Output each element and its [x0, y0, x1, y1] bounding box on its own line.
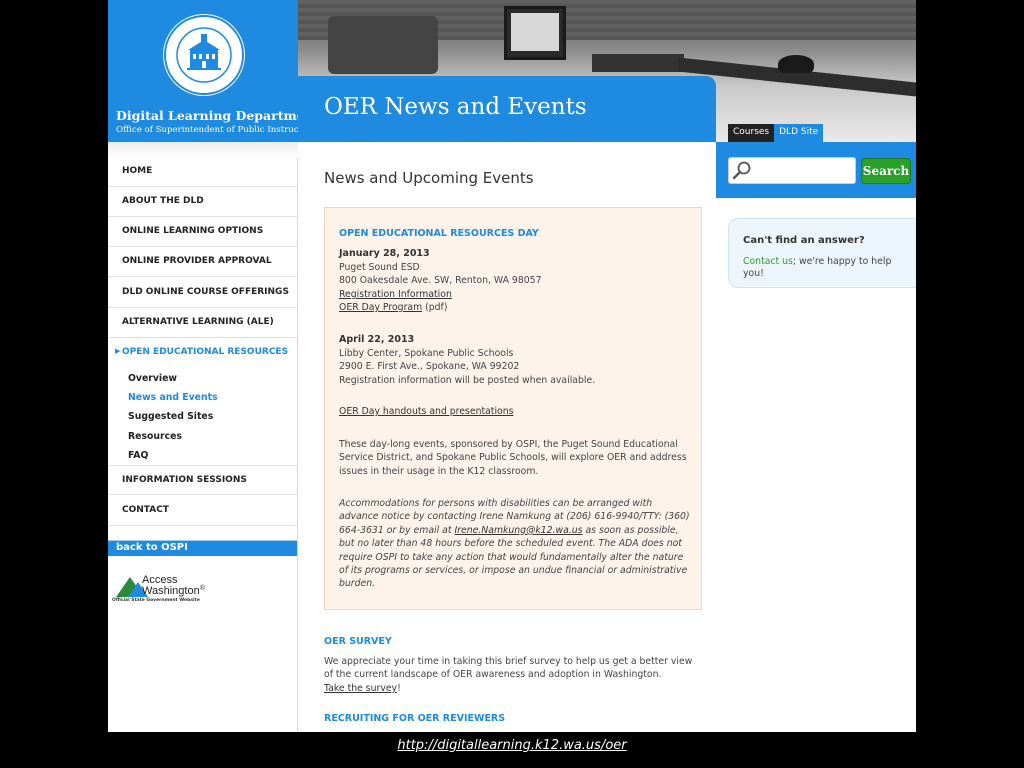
back-to-ospi-label: back to OSPI [116, 542, 188, 553]
magnifier-icon [732, 161, 751, 180]
caret-right-icon: ▶ [115, 347, 121, 355]
ospi-seal-logo [163, 14, 245, 96]
page-title: OER News and Events [324, 94, 587, 120]
search-bar: Search [716, 142, 916, 198]
recruiting-heading: RECRUITING FOR OER REVIEWERS [324, 713, 506, 724]
event1-date: January 28, 2013 [339, 248, 430, 259]
event2-date: April 22, 2013 [339, 334, 415, 345]
access-washington-logo[interactable]: Access Washington® Official State Govern… [112, 574, 222, 604]
accommodations-text: Accommodations for persons with disabili… [339, 498, 690, 590]
search-button[interactable]: Search [861, 158, 911, 184]
subnav-overview[interactable]: Overview [128, 373, 177, 384]
website-frame: Digital Learning Department Office of Su… [108, 0, 916, 732]
brand-subtitle: Office of Superintendent of Public Instr… [116, 125, 316, 135]
handouts-link[interactable]: OER Day handouts and presentations [339, 406, 513, 417]
subnav-faq[interactable]: FAQ [128, 450, 148, 461]
tab-courses[interactable]: Courses [728, 124, 775, 142]
nav-item-alternative-learning[interactable]: ALTERNATIVE LEARNING (ALE) [108, 308, 298, 338]
nav-item-dld-course-offerings[interactable]: DLD ONLINE COURSE OFFERINGS [108, 278, 298, 308]
nav-item-online-provider-approval[interactable]: ONLINE PROVIDER APPROVAL [108, 247, 298, 277]
nav-item-open-educational-resources[interactable]: ▶ OPEN EDUCATIONAL RESOURCES [108, 338, 298, 368]
registration-info-link[interactable]: Registration Information [339, 289, 452, 300]
survey-heading: OER SURVEY [324, 636, 392, 647]
seal-emblem-icon [164, 15, 244, 95]
oer-day-program-link[interactable]: OER Day Program [339, 302, 422, 313]
nav-item-contact[interactable]: CONTACT [108, 496, 298, 526]
nav-item-home[interactable]: HOME [108, 157, 298, 187]
help-title: Can't find an answer? [743, 235, 865, 246]
brand-title: Digital Learning Department [116, 108, 320, 123]
url-caption[interactable]: http://digitallearning.k12.wa.us/oer [0, 738, 1024, 753]
subnav-resources[interactable]: Resources [128, 431, 182, 442]
event-description: These day-long events, sponsored by OSPI… [339, 439, 687, 477]
site-header: Digital Learning Department Office of Su… [108, 0, 916, 142]
section-heading: News and Upcoming Events [324, 169, 534, 187]
event1-address: 800 Oakesdale Ave. SW, Renton, WA 98057 [339, 275, 542, 286]
site-tabs: Courses DLD Site [728, 124, 824, 142]
subnav-suggested-sites[interactable]: Suggested Sites [128, 411, 213, 422]
tab-dld-site[interactable]: DLD Site [774, 124, 824, 142]
nav-item-label: OPEN EDUCATIONAL RESOURCES [122, 347, 289, 357]
nav-item-about-dld[interactable]: ABOUT THE DLD [108, 187, 298, 217]
oer-day-event-box: OPEN EDUCATIONAL RESOURCES DAY January 2… [324, 207, 702, 610]
help-text: Contact us; we're happy to help you! [743, 256, 892, 279]
right-sidebar: Search Can't find an answer? Contact us;… [716, 142, 916, 732]
left-navigation: HOME ABOUT THE DLD ONLINE LEARNING OPTIO… [108, 142, 298, 732]
email-link[interactable]: Irene.Namkung@k12.wa.us [454, 525, 582, 536]
back-to-ospi-link[interactable]: back to OSPI [108, 540, 297, 556]
main-content: News and Upcoming Events OPEN EDUCATIONA… [298, 142, 716, 732]
contact-us-link[interactable]: Contact us [743, 256, 793, 267]
take-survey-link[interactable]: Take the survey [324, 683, 397, 694]
brand-block[interactable]: Digital Learning Department Office of Su… [108, 0, 320, 142]
event2-note: Registration information will be posted … [339, 375, 596, 386]
event2-address: 2900 E. First Ave., Spokane, WA 99202 [339, 361, 520, 372]
page-title-band: OER News and Events [298, 76, 716, 142]
subnav-news-and-events[interactable]: News and Events [128, 392, 218, 403]
event2-venue: Libby Center, Spokane Public Schools [339, 348, 514, 359]
nav-item-online-learning-options[interactable]: ONLINE LEARNING OPTIONS [108, 217, 298, 247]
survey-text: We appreciate your time in taking this b… [324, 656, 693, 694]
help-box: Can't find an answer? Contact us; we're … [728, 218, 916, 288]
event-box-title: OPEN EDUCATIONAL RESOURCES DAY [339, 228, 539, 239]
nav-item-information-sessions[interactable]: INFORMATION SESSIONS [108, 465, 298, 495]
event1-venue: Puget Sound ESD [339, 262, 420, 273]
monitor-illustration [504, 6, 566, 60]
